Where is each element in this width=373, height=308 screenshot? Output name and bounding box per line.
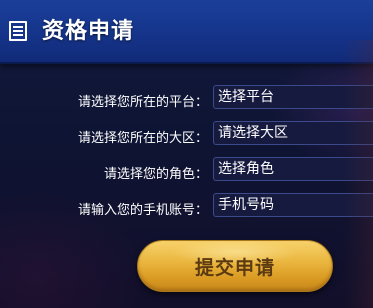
- form-row-region: 请选择您所在的大区：: [0, 121, 373, 151]
- role-select[interactable]: [213, 157, 373, 181]
- submit-application-button[interactable]: 提交申请: [137, 240, 333, 292]
- role-label: 请选择您的角色：: [103, 167, 208, 182]
- region-select[interactable]: [213, 121, 373, 145]
- panel-header: 资格申请: [0, 0, 373, 64]
- application-panel: 资格申请 请选择您所在的平台： 请选择您所在的大区： 请选择您的角色： 请输入您…: [0, 0, 373, 308]
- form-row-platform: 请选择您所在的平台：: [0, 85, 373, 115]
- platform-select[interactable]: [213, 85, 373, 109]
- platform-label: 请选择您所在的平台：: [77, 95, 208, 110]
- form-row-phone: 请输入您的手机账号：: [0, 193, 373, 223]
- region-label: 请选择您所在的大区：: [77, 131, 208, 146]
- page-title: 资格申请: [42, 19, 135, 44]
- form-row-role: 请选择您的角色：: [0, 157, 373, 187]
- document-icon: [9, 21, 27, 41]
- phone-number-input[interactable]: [213, 193, 373, 217]
- phone-label: 请输入您的手机账号：: [77, 203, 208, 218]
